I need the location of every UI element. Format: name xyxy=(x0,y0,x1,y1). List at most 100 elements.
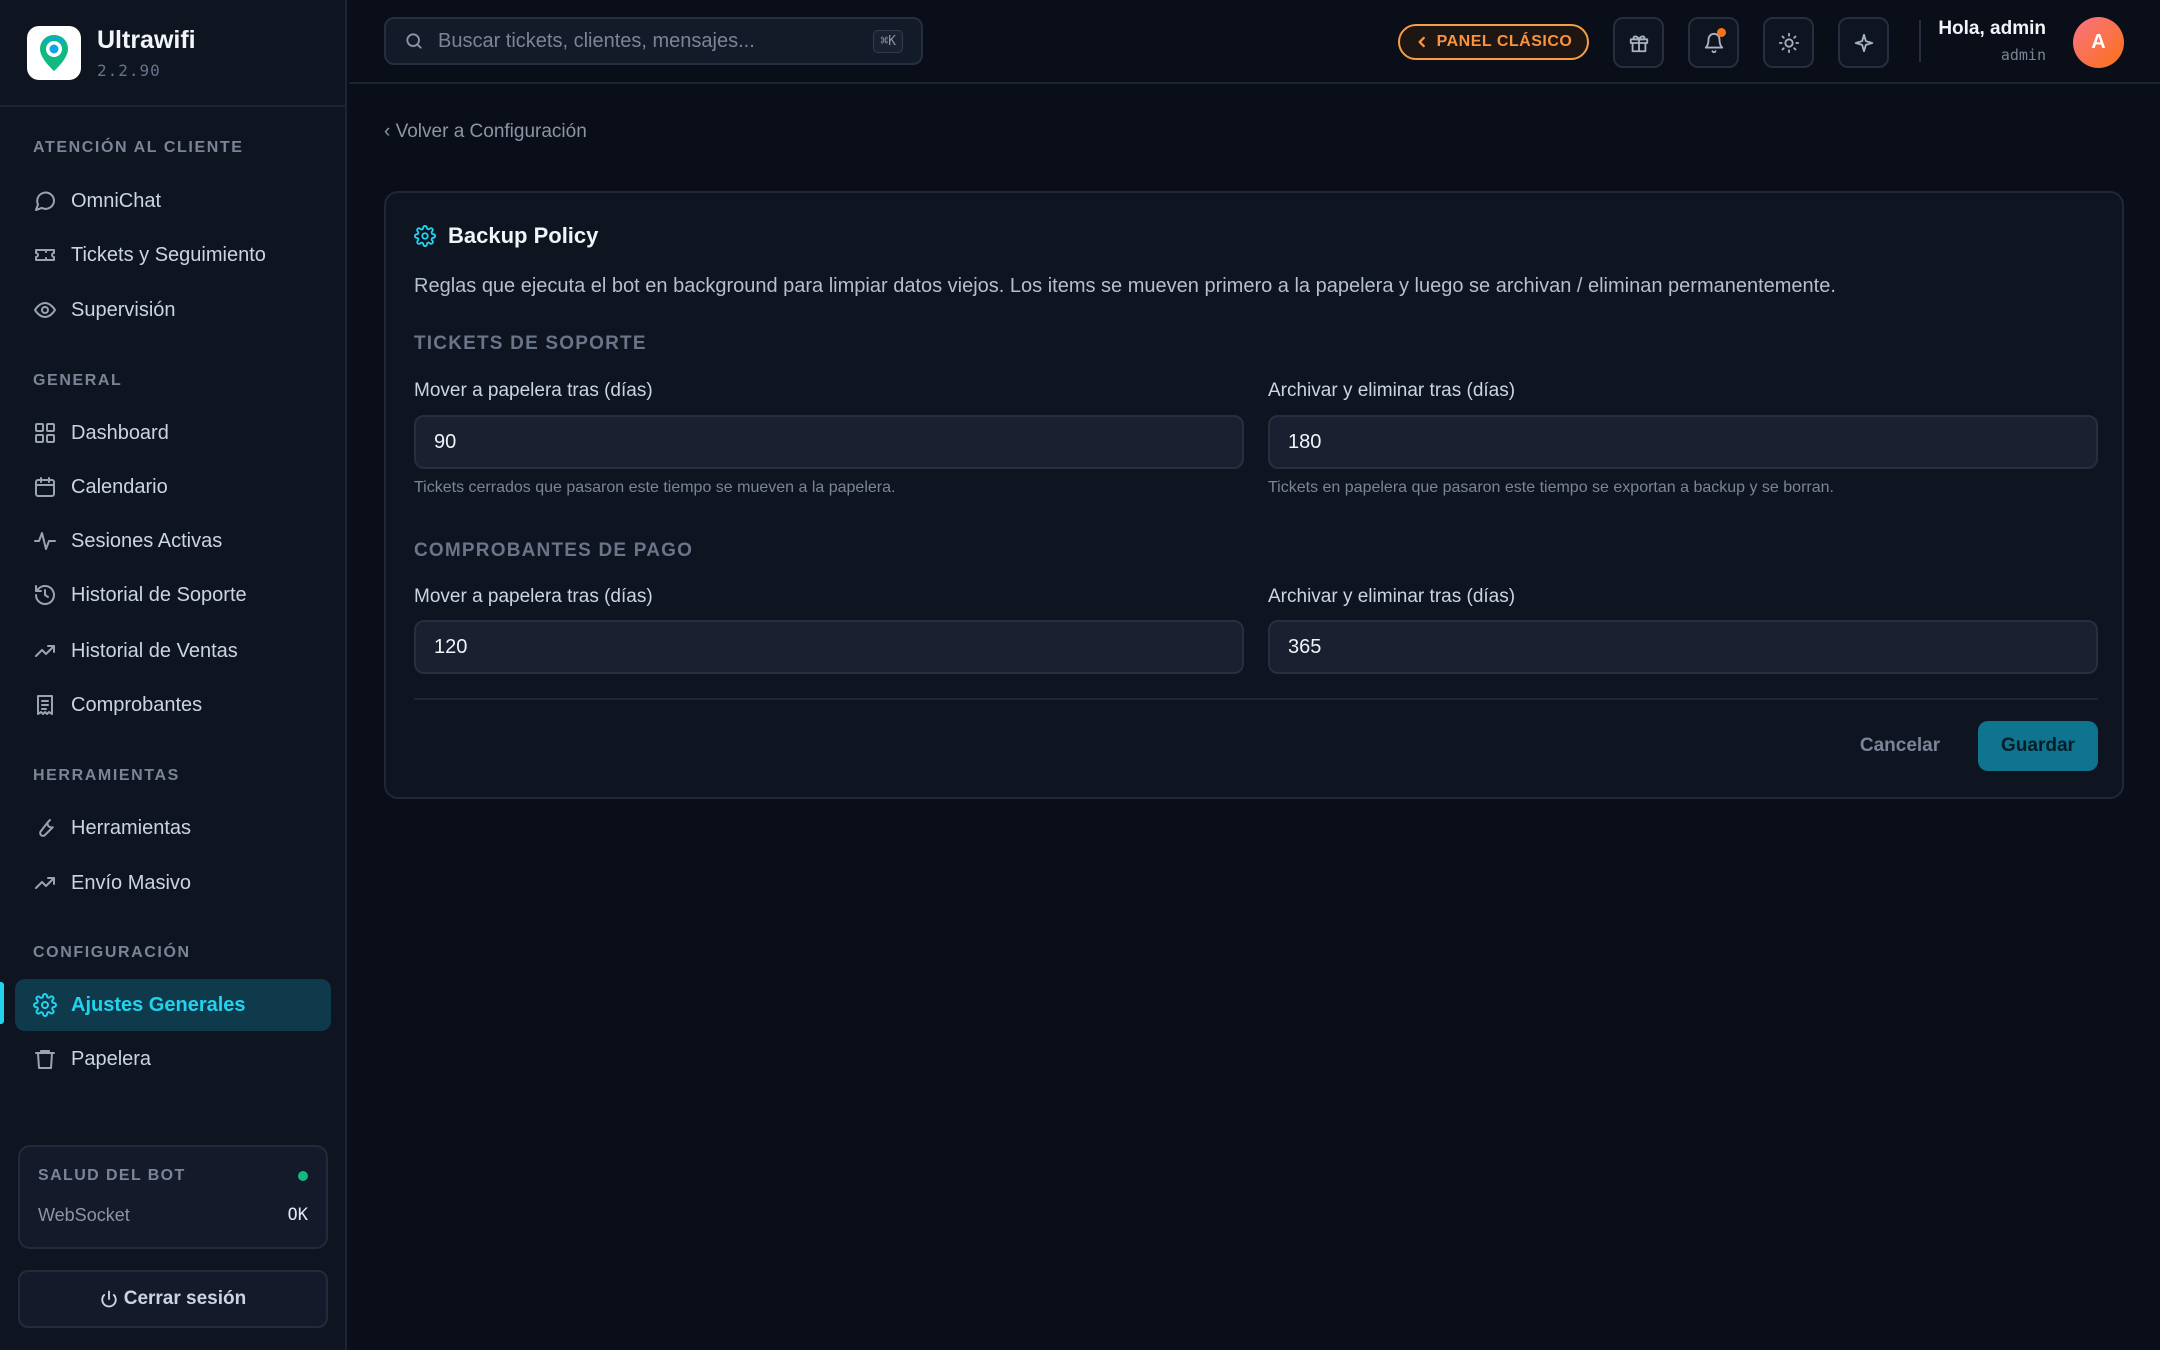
greeting-text: Hola, admin xyxy=(1938,18,2046,39)
gift-icon xyxy=(1628,32,1650,54)
bot-health-card: SALUD DEL BOT WebSocket OK xyxy=(18,1145,328,1249)
user-greeting: Hola, admin admin xyxy=(1938,18,2046,64)
sidebar: Ultrawifi 2.2.90 ATENCIÓN AL CLIENTE Omn… xyxy=(0,0,347,1350)
sidebar-item-papelera[interactable]: Papelera xyxy=(15,1033,331,1085)
sparkle-icon xyxy=(1853,32,1875,54)
avatar[interactable]: A xyxy=(2073,17,2124,68)
tickets-trash-hint: Tickets cerrados que pasaron este tiempo… xyxy=(414,479,896,496)
logout-label: Cerrar sesión xyxy=(123,1288,247,1309)
sidebar-item-label: Calendario xyxy=(71,475,168,498)
gift-button[interactable] xyxy=(1613,17,1664,68)
sidebar-item-label: Papelera xyxy=(71,1047,152,1070)
active-indicator xyxy=(0,982,4,1024)
classic-panel-label: PANEL CLÁSICO xyxy=(1436,33,1573,50)
status-dot xyxy=(298,1171,308,1181)
sidebar-item-label: OmniChat xyxy=(71,189,162,212)
logout-button[interactable]: Cerrar sesión xyxy=(18,1270,328,1328)
sidebar-item-herramientas[interactable]: Herramientas xyxy=(15,802,331,854)
group-title-tickets: TICKETS DE SOPORTE xyxy=(414,333,647,354)
calendar-icon xyxy=(33,475,57,499)
sidebar-item-label: Tickets y Seguimiento xyxy=(71,243,266,266)
search-box[interactable]: ⌘K xyxy=(384,17,923,65)
nav-section-configuracion: CONFIGURACIÓN xyxy=(33,944,191,961)
tickets-archive-field[interactable] xyxy=(1268,415,2098,469)
brand: Ultrawifi 2.2.90 xyxy=(0,0,345,107)
sidebar-item-label: Comprobantes xyxy=(71,693,203,716)
card-description: Reglas que ejecuta el bot en background … xyxy=(414,275,1836,297)
grid-icon xyxy=(33,421,57,445)
save-button[interactable]: Guardar xyxy=(1978,721,2098,771)
comprobantes-trash-label: Mover a papelera tras (días) xyxy=(414,586,653,607)
location-pin-wifi-logo xyxy=(27,25,81,80)
group-title-comprobantes: COMPROBANTES DE PAGO xyxy=(414,540,694,561)
sidebar-item-ajustes-generales[interactable]: Ajustes Generales xyxy=(15,979,331,1031)
comprobantes-archive-label: Archivar y eliminar tras (días) xyxy=(1268,586,1516,607)
activity-icon xyxy=(33,529,57,553)
websocket-label: WebSocket xyxy=(38,1205,130,1225)
brand-name: Ultrawifi xyxy=(97,26,196,54)
sidebar-item-dashboard[interactable]: Dashboard xyxy=(15,407,331,459)
back-to-settings-link[interactable]: ‹ Volver a Configuración xyxy=(384,121,587,143)
comprobantes-trash-field[interactable] xyxy=(414,620,1244,674)
tickets-archive-days-input[interactable] xyxy=(1270,417,2096,467)
sidebar-item-label: Supervisión xyxy=(71,298,176,321)
sidebar-item-label: Herramientas xyxy=(71,816,192,839)
theme-toggle-button[interactable] xyxy=(1763,17,1814,68)
sidebar-item-label: Envío Masivo xyxy=(71,871,192,894)
eye-icon xyxy=(33,298,57,322)
card-header: Backup Policy xyxy=(414,223,598,249)
cancel-button[interactable]: Cancelar xyxy=(1840,721,1960,771)
sun-icon xyxy=(1778,32,1800,54)
gear-icon xyxy=(33,993,57,1017)
sidebar-item-label: Dashboard xyxy=(71,421,169,444)
comprobantes-archive-field[interactable] xyxy=(1268,620,2098,674)
notifications-button[interactable] xyxy=(1688,17,1739,68)
sidebar-item-sesiones[interactable]: Sesiones Activas xyxy=(15,515,331,567)
trending-up-icon xyxy=(33,639,57,663)
tickets-archive-hint: Tickets en papelera que pasaron este tie… xyxy=(1268,479,1834,496)
notification-dot xyxy=(1717,28,1726,37)
tickets-trash-label: Mover a papelera tras (días) xyxy=(414,380,653,401)
sidebar-item-tickets[interactable]: Tickets y Seguimiento xyxy=(15,229,331,281)
chevron-left-icon xyxy=(1415,35,1429,49)
sidebar-item-historial-soporte[interactable]: Historial de Soporte xyxy=(15,569,331,621)
trending-up-icon xyxy=(33,871,57,895)
card-divider xyxy=(414,698,2098,700)
search-icon xyxy=(404,31,424,51)
sidebar-item-calendario[interactable]: Calendario xyxy=(15,461,331,513)
nav-section-general: GENERAL xyxy=(33,372,123,389)
backup-policy-card: Backup Policy Reglas que ejecuta el bot … xyxy=(384,191,2124,799)
ticket-icon xyxy=(33,243,57,267)
history-icon xyxy=(33,583,57,607)
bot-health-title: SALUD DEL BOT xyxy=(38,1167,186,1184)
sidebar-item-supervision[interactable]: Supervisión xyxy=(15,284,331,336)
tickets-archive-label: Archivar y eliminar tras (días) xyxy=(1268,380,1516,401)
card-title: Backup Policy xyxy=(448,223,599,248)
tickets-trash-field[interactable] xyxy=(414,415,1244,469)
trash-icon xyxy=(33,1047,57,1071)
topbar-divider xyxy=(1919,20,1921,62)
sidebar-item-label: Historial de Ventas xyxy=(71,639,238,662)
comprobantes-trash-days-input[interactable] xyxy=(416,622,1242,672)
nav-section-herramientas: HERRAMIENTAS xyxy=(33,767,180,784)
chat-bubble-icon xyxy=(33,189,57,213)
classic-panel-button[interactable]: PANEL CLÁSICO xyxy=(1398,24,1589,60)
sidebar-item-envio-masivo[interactable]: Envío Masivo xyxy=(15,857,331,909)
tickets-trash-days-input[interactable] xyxy=(416,417,1242,467)
sidebar-item-label: Sesiones Activas xyxy=(71,529,223,552)
topbar: ⌘K PANEL CLÁSICO Hola, admin admin A xyxy=(349,0,2160,84)
receipt-icon xyxy=(33,693,57,717)
wrench-icon xyxy=(33,816,57,840)
sparkle-button[interactable] xyxy=(1838,17,1889,68)
websocket-status: OK xyxy=(287,1205,308,1225)
search-input[interactable] xyxy=(438,29,874,53)
nav-section-atencion: ATENCIÓN AL CLIENTE xyxy=(33,139,244,156)
sidebar-item-historial-ventas[interactable]: Historial de Ventas xyxy=(15,625,331,677)
power-icon xyxy=(100,1290,118,1308)
sidebar-item-label: Historial de Soporte xyxy=(71,583,247,606)
comprobantes-archive-days-input[interactable] xyxy=(1270,622,2096,672)
sidebar-item-comprobantes[interactable]: Comprobantes xyxy=(15,679,331,731)
sidebar-item-omnichat[interactable]: OmniChat xyxy=(15,175,331,227)
sidebar-item-label: Ajustes Generales xyxy=(71,993,246,1016)
search-shortcut-badge: ⌘K xyxy=(873,29,903,53)
